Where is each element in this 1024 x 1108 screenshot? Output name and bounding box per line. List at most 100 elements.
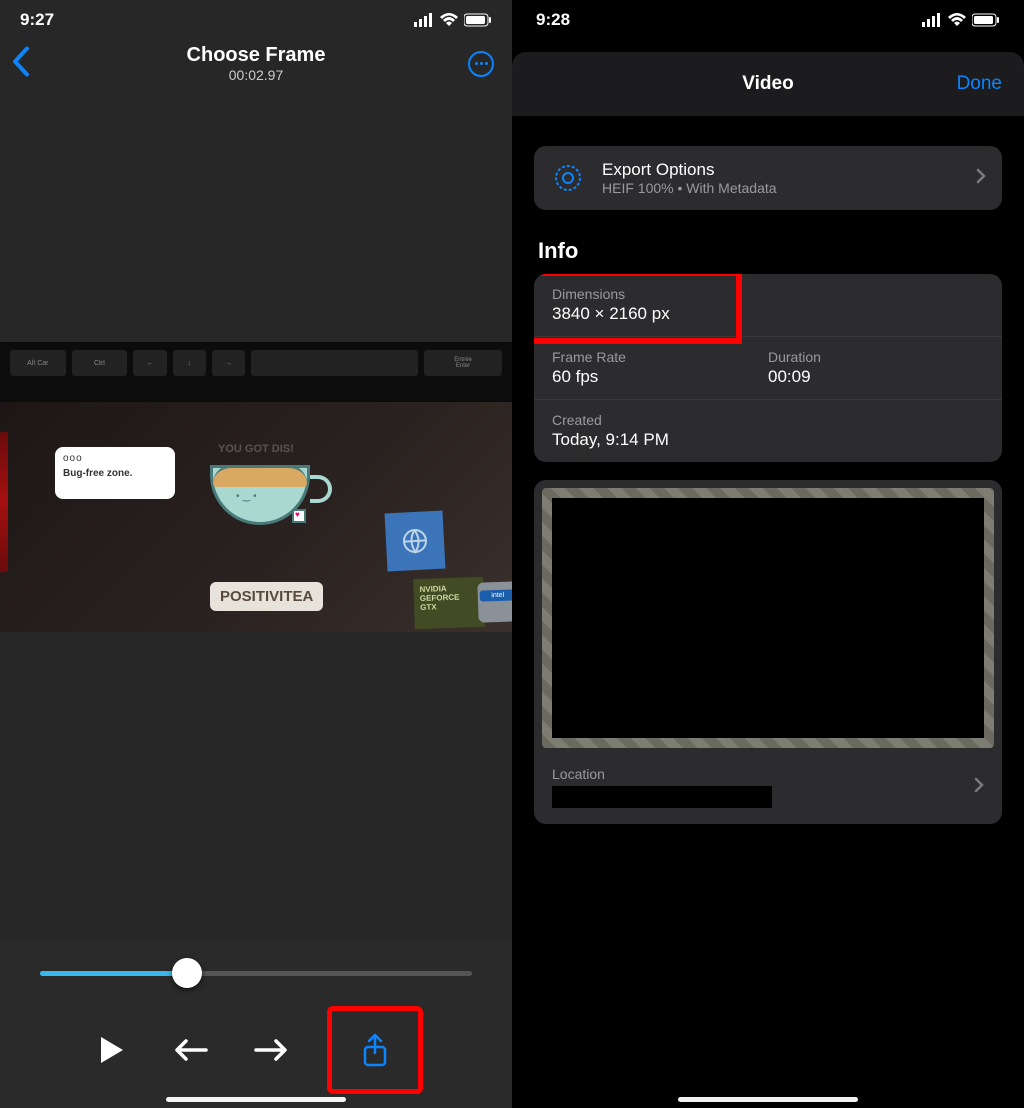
intel-inner: intel [480,589,512,601]
sticker-cup: YOU GOT DIS! • ‿ • [200,447,320,537]
cup-bubble: YOU GOT DIS! [218,443,294,455]
arrow-right-icon [254,1038,288,1062]
sticker-blue-badge [385,511,446,572]
sticker-positivitea: POSITIVITEA [210,582,323,611]
location-row[interactable]: Location [534,756,1002,824]
keyboard-strip: Alt Car Ctrl ← ↓ → Entrée Enter [0,342,512,402]
status-bar-left: 9:27 [0,0,512,34]
map-preview[interactable] [542,488,994,748]
annotation-highlight-share [327,1006,423,1094]
play-icon [99,1035,125,1065]
info-section-label: Info [538,238,998,264]
slider-thumb[interactable] [172,958,202,988]
slider-fill [40,971,187,976]
frame-preview-image: Alt Car Ctrl ← ↓ → Entrée Enter ooo Bug-… [0,342,512,632]
ellipsis-icon [475,62,488,65]
cell-duration: Duration 00:09 [768,349,984,387]
chevron-left-icon [12,46,30,76]
wifi-icon [440,13,458,27]
arrow-left-icon [174,1038,208,1062]
share-icon [362,1033,388,1067]
scrubber-slider[interactable] [40,960,472,986]
home-indicator[interactable] [166,1097,346,1102]
key: Ctrl [72,350,128,376]
nav-title: Choose Frame [187,44,326,67]
cup-face: • ‿ • [236,491,257,502]
cell-dimensions: Dimensions 3840 × 2160 px [552,286,984,324]
key-arrow: ↓ [173,350,206,376]
export-title: Export Options [602,160,777,180]
location-value-redacted [552,786,772,808]
key: Entrée Enter [424,350,502,376]
phone-left-choose-frame: 9:27 Choose Frame 00:02.97 Alt Car Ctrl … [0,0,512,1108]
status-bar-right: 9:28 [512,0,1024,34]
duration-label: Duration [768,349,984,365]
info-card: Dimensions 3840 × 2160 px Frame Rate 60 … [534,274,1002,462]
gf-l3: GTX [420,601,478,612]
info-row-dimensions: Dimensions 3840 × 2160 px [534,274,1002,337]
info-row-created: Created Today, 9:14 PM [534,400,1002,462]
location-cell: Location [552,766,772,808]
created-value: Today, 9:14 PM [552,430,984,450]
sticker-text: Bug-free zone. [63,468,167,479]
next-frame-button[interactable] [248,1027,294,1073]
framerate-label: Frame Rate [552,349,768,365]
location-label: Location [552,766,772,782]
export-subtitle: HEIF 100% • With Metadata [602,180,777,196]
nav-bar: Choose Frame 00:02.97 [0,34,512,94]
dimensions-label: Dimensions [552,286,984,302]
prev-frame-button[interactable] [168,1027,214,1073]
home-indicator[interactable] [678,1097,858,1102]
duration-value: 00:09 [768,367,984,387]
sticker-bugfree: ooo Bug-free zone. [55,447,175,499]
key-space [251,350,418,376]
status-indicators [414,13,492,27]
cellular-icon [414,13,434,27]
status-time: 9:28 [536,10,570,30]
control-button-row [26,1006,486,1094]
sheet-body[interactable]: Export Options HEIF 100% • With Metadata… [512,116,1024,1108]
info-row-rate-duration: Frame Rate 60 fps Duration 00:09 [534,337,1002,400]
controls-bar [0,940,512,1108]
cell-created: Created Today, 9:14 PM [552,412,984,450]
sheet-title: Video [742,73,793,95]
chevron-right-icon [976,168,986,189]
dimensions-value: 3840 × 2160 px [552,304,984,324]
wifi-icon [948,13,966,27]
key: Alt Car [10,350,66,376]
chevron-right-icon [974,777,984,798]
cup-tea [213,465,307,487]
gear-icon [550,160,586,196]
export-options-row[interactable]: Export Options HEIF 100% • With Metadata [534,146,1002,210]
cup-tag [292,509,306,523]
nav-title-stack: Choose Frame 00:02.97 [187,44,326,83]
battery-icon [972,13,1000,27]
sticker-intel: intel [477,581,512,622]
framerate-value: 60 fps [552,367,768,387]
sticker-geforce: NVIDIA GEFORCE GTX [413,577,485,629]
created-label: Created [552,412,984,428]
share-button[interactable] [352,1027,398,1073]
key-arrow: → [212,350,245,376]
back-button[interactable] [12,46,30,81]
key-arrow: ← [133,350,166,376]
globe-icon [399,525,431,557]
sticker-dots: ooo [63,453,167,464]
cellular-icon [922,13,942,27]
export-text: Export Options HEIF 100% • With Metadata [602,160,777,196]
status-time: 9:27 [20,10,54,30]
nav-timestamp: 00:02.97 [187,67,326,83]
more-button[interactable] [468,51,494,77]
play-button[interactable] [89,1027,135,1073]
map-card: Location [534,480,1002,824]
done-button[interactable]: Done [957,73,1002,95]
phone-right-video-info: 9:28 Video Done Export Options HEIF 100%… [512,0,1024,1108]
cell-framerate: Frame Rate 60 fps [552,349,768,387]
frame-preview-area[interactable]: Alt Car Ctrl ← ↓ → Entrée Enter ooo Bug-… [0,94,512,940]
battery-icon [464,13,492,27]
laptop-red-edge [0,431,8,572]
sheet-header: Video Done [512,52,1024,116]
status-indicators [922,13,1000,27]
map-redaction [552,498,984,738]
export-options-card[interactable]: Export Options HEIF 100% • With Metadata [534,146,1002,210]
